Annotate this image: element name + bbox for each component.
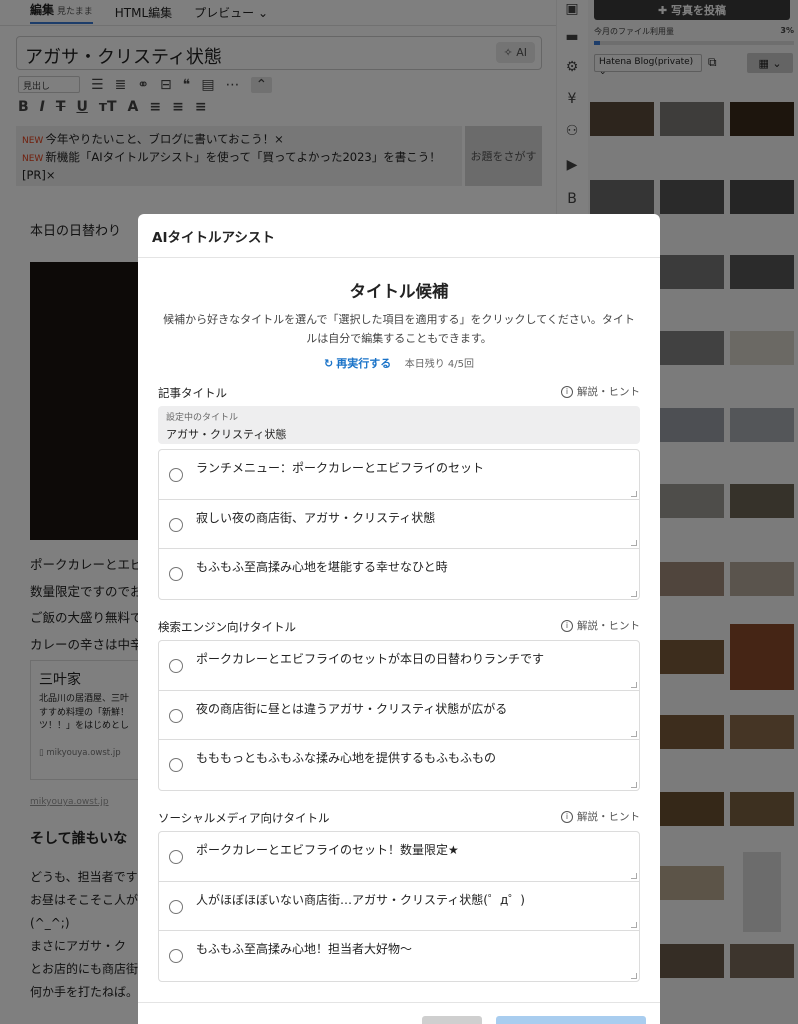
article-title-options: ランチメニュー：ポークカレーとエビフライのセット 寂しい夜の商店街、アガサ・クリ… [158, 449, 640, 600]
title-option[interactable]: ポークカレーとエビフライのセットが本日の日替わりランチです [159, 641, 639, 691]
radio-button[interactable] [169, 708, 183, 723]
resize-handle-icon[interactable] [631, 972, 637, 979]
retry-row: ↻ 再実行する 本日残り 4/5回 [138, 355, 660, 371]
section-label-search: 検索エンジン向けタイトル [158, 620, 296, 634]
hint-link[interactable]: i 解説・ヒント [561, 809, 640, 824]
refresh-icon: ↻ [324, 357, 334, 370]
title-option[interactable]: もふもふ至高揉み心地！担当者大好物〜 [159, 931, 639, 981]
info-icon: i [561, 810, 573, 823]
title-option[interactable]: 寂しい夜の商店街、アガサ・クリスティ状態 [159, 500, 639, 549]
resize-handle-icon[interactable] [631, 540, 637, 546]
title-option[interactable]: ランチメニュー：ポークカレーとエビフライのセット [159, 450, 639, 500]
info-icon: i [561, 619, 573, 632]
radio-button[interactable] [169, 468, 183, 482]
dialog-footer [138, 1002, 660, 1024]
apply-selected-button[interactable] [496, 1016, 646, 1024]
resize-handle-icon[interactable] [631, 872, 637, 879]
dialog-description: 候補から好きなタイトルを選んで「選択した項目を適用する」をクリックしてください。… [163, 313, 635, 346]
cancel-button[interactable] [422, 1016, 482, 1024]
title-option[interactable]: 夜の商店街に昼とは違うアガサ・クリスティ状態が広がる [159, 691, 639, 740]
title-option[interactable]: ポークカレーとエビフライのセット！数量限定★ [159, 832, 639, 882]
remaining-count: 本日残り 4/5回 [404, 359, 474, 370]
radio-button[interactable] [169, 659, 183, 673]
radio-button[interactable] [169, 567, 183, 581]
title-option[interactable]: もももっともふもふな揉み心地を提供するもふもふもの [159, 740, 639, 790]
retry-button[interactable]: ↻ 再実行する [324, 357, 391, 370]
hint-link[interactable]: i 解説・ヒント [561, 618, 640, 633]
info-icon: i [561, 385, 573, 398]
section-label-article: 記事タイトル [158, 386, 227, 400]
current-title-box: 設定中のタイトル アガサ・クリスティ状態 [158, 406, 640, 444]
search-title-options: ポークカレーとエビフライのセットが本日の日替わりランチです 夜の商店街に昼とは違… [158, 640, 640, 791]
resize-handle-icon[interactable] [631, 922, 637, 928]
resize-handle-icon[interactable] [631, 681, 637, 688]
hint-link[interactable]: i 解説・ヒント [561, 384, 640, 399]
radio-button[interactable] [169, 899, 183, 914]
radio-button[interactable] [169, 949, 183, 963]
resize-handle-icon[interactable] [631, 590, 637, 597]
social-title-options: ポークカレーとエビフライのセット！数量限定★ 人がほぼほぼいない商店街…アガサ・… [158, 831, 640, 982]
dialog-title: タイトル候補 [349, 282, 449, 301]
ai-title-assist-dialog: AIタイトルアシスト タイトル候補 候補から好きなタイトルを選んで「選択した項目… [138, 214, 660, 1024]
title-option[interactable]: 人がほぼほぼいない商店街…アガサ・クリスティ状態(゜д゜) [159, 882, 639, 931]
radio-button[interactable] [169, 517, 183, 532]
resize-handle-icon[interactable] [631, 490, 637, 497]
title-option[interactable]: もふもふ至高揉み心地を堪能する幸せなひと時 [159, 549, 639, 599]
radio-button[interactable] [169, 758, 183, 772]
section-label-social: ソーシャルメディア向けタイトル [158, 811, 330, 825]
radio-button[interactable] [169, 850, 183, 864]
resize-handle-icon[interactable] [631, 781, 637, 788]
resize-handle-icon[interactable] [631, 731, 637, 737]
dialog-header: AIタイトルアシスト [138, 214, 660, 258]
